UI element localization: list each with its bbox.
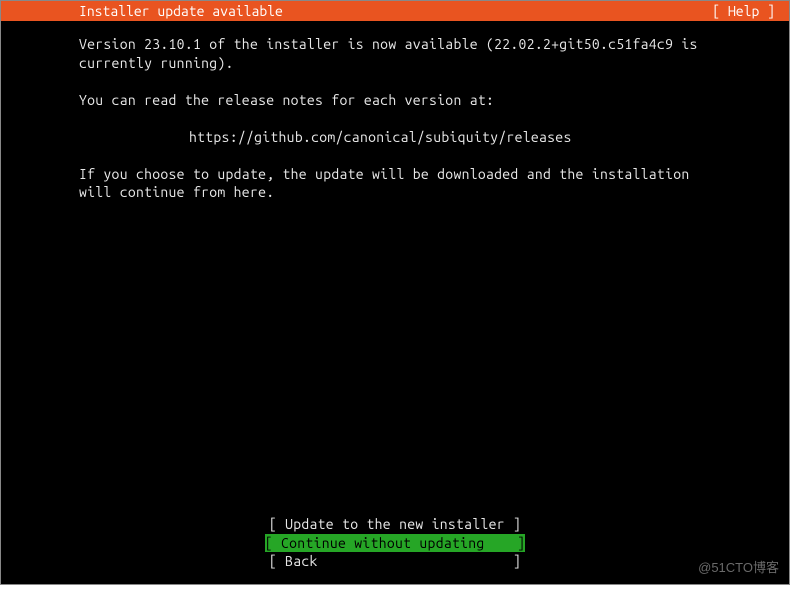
- header-bar: Installer update available [ Help ]: [1, 1, 789, 21]
- release-notes-intro: You can read the release notes for each …: [79, 91, 711, 110]
- release-notes-url: https://github.com/canonical/subiquity/r…: [79, 128, 711, 147]
- update-installer-button[interactable]: [ Update to the new installer ]: [1, 515, 789, 533]
- continue-without-updating-button[interactable]: [ Continue without updating ]: [265, 534, 525, 552]
- content-area: Version 23.10.1 of the installer is now …: [1, 21, 789, 202]
- help-button[interactable]: [ Help ]: [712, 1, 775, 21]
- back-button[interactable]: [ Back ]: [1, 552, 789, 570]
- update-explanation-text: If you choose to update, the update will…: [79, 165, 711, 203]
- header-title: Installer update available: [79, 1, 283, 21]
- installer-terminal: Installer update available [ Help ] Vers…: [0, 0, 790, 585]
- version-info-text: Version 23.10.1 of the installer is now …: [79, 35, 711, 73]
- watermark-text: @51CTO博客: [698, 557, 779, 576]
- action-buttons: [ Update to the new installer ] [ Contin…: [1, 515, 789, 570]
